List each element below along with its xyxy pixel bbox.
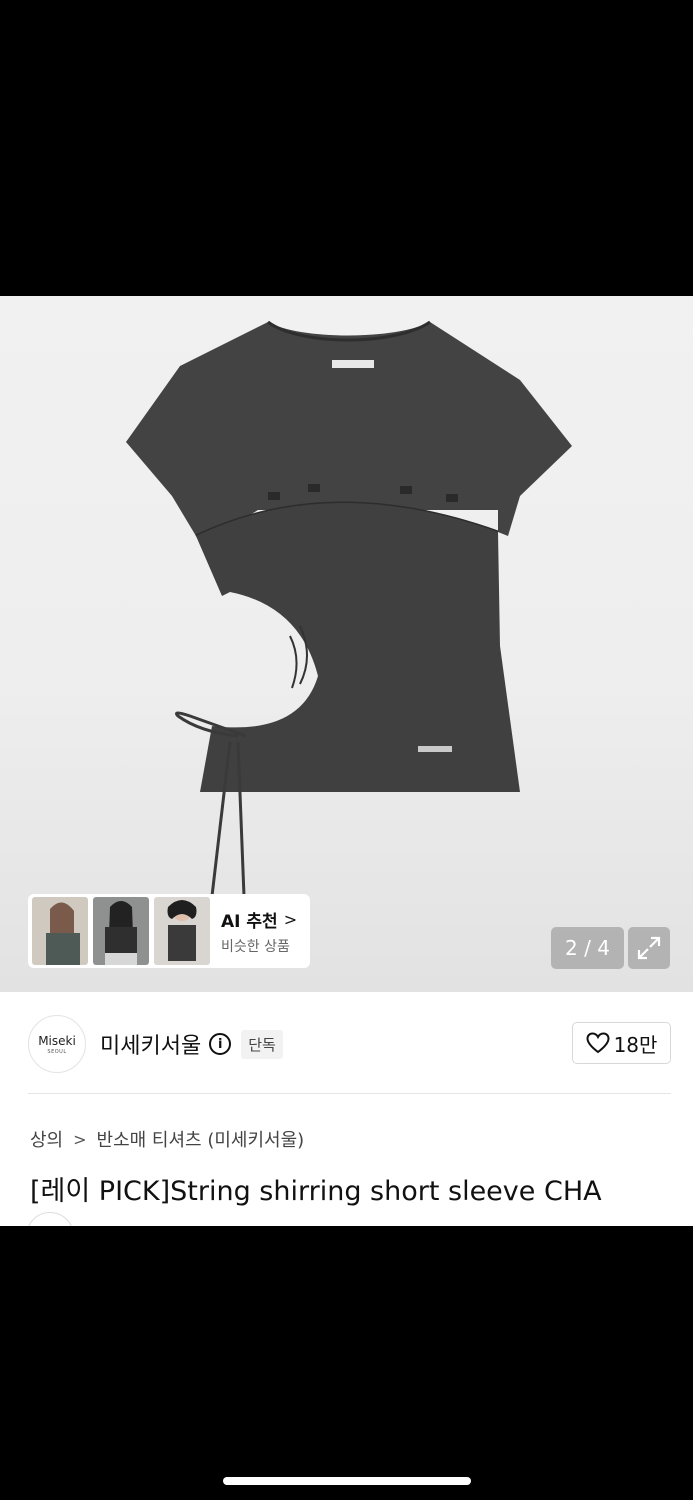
gallery-page-counter: 2 / 4 (551, 927, 624, 969)
metal-tag (418, 746, 452, 752)
product-title-overflow: … (78, 1214, 105, 1226)
model-photo-1-icon (32, 897, 88, 965)
breadcrumb-category[interactable]: 상의 (30, 1126, 63, 1152)
product-info-panel: Miseki SEOUL 미세키서울 i 단독 18만 상의 > 반소매 티셔츠… (0, 992, 693, 1226)
ai-thumbnail-3[interactable] (154, 897, 210, 965)
brand-logo-text: Miseki (38, 1033, 76, 1048)
breadcrumb-subcategory[interactable]: 반소매 티셔츠 (미세키서울) (97, 1126, 305, 1152)
bottom-black-area (0, 1226, 693, 1500)
divider (28, 1093, 671, 1094)
ai-recommend-card[interactable]: AI 추천 > 비슷한 상품 (28, 894, 310, 968)
brand-logo-subtext: SEOUL (47, 1048, 67, 1055)
heart-icon (586, 1032, 610, 1054)
ai-recommend-subtitle: 비슷한 상품 (221, 938, 290, 955)
avatar (26, 1212, 74, 1226)
breadcrumb: 상의 > 반소매 티셔츠 (미세키서울) (30, 1126, 304, 1152)
brand-name[interactable]: 미세키서울 (100, 1028, 201, 1060)
top-black-area (0, 0, 693, 296)
ai-recommend-title[interactable]: AI 추천 > (221, 907, 297, 932)
brand-row: Miseki SEOUL 미세키서울 i 단독 18만 (28, 1014, 671, 1074)
neck-label (332, 360, 374, 368)
expand-icon (637, 936, 661, 960)
ai-recommend-title-label: AI 추천 (221, 911, 278, 932)
chevron-right-icon: > (283, 909, 298, 929)
like-count: 18만 (613, 1032, 658, 1057)
model-photo-3-icon (154, 897, 210, 965)
ai-recommend-text[interactable]: AI 추천 > 비슷한 상품 (221, 907, 297, 956)
product-photo (126, 320, 572, 897)
product-image-gallery[interactable]: AI 추천 > 비슷한 상품 2 / 4 (0, 296, 693, 992)
chevron-right-icon: > (73, 1129, 87, 1149)
ai-thumbnail-2[interactable] (93, 897, 149, 965)
fullscreen-button[interactable] (628, 927, 670, 969)
product-title: [레이 PICK]String shirring short sleeve CH… (30, 1176, 602, 1207)
info-icon[interactable]: i (209, 1033, 232, 1055)
like-button[interactable]: 18만 (572, 1022, 671, 1064)
shirt-lower (196, 502, 520, 792)
exclusive-badge: 단독 (241, 1029, 283, 1059)
home-indicator[interactable] (223, 1477, 471, 1485)
ai-thumbnail-1[interactable] (32, 897, 88, 965)
model-photo-2-icon (93, 897, 149, 965)
brand-logo[interactable]: Miseki SEOUL (28, 1015, 86, 1073)
